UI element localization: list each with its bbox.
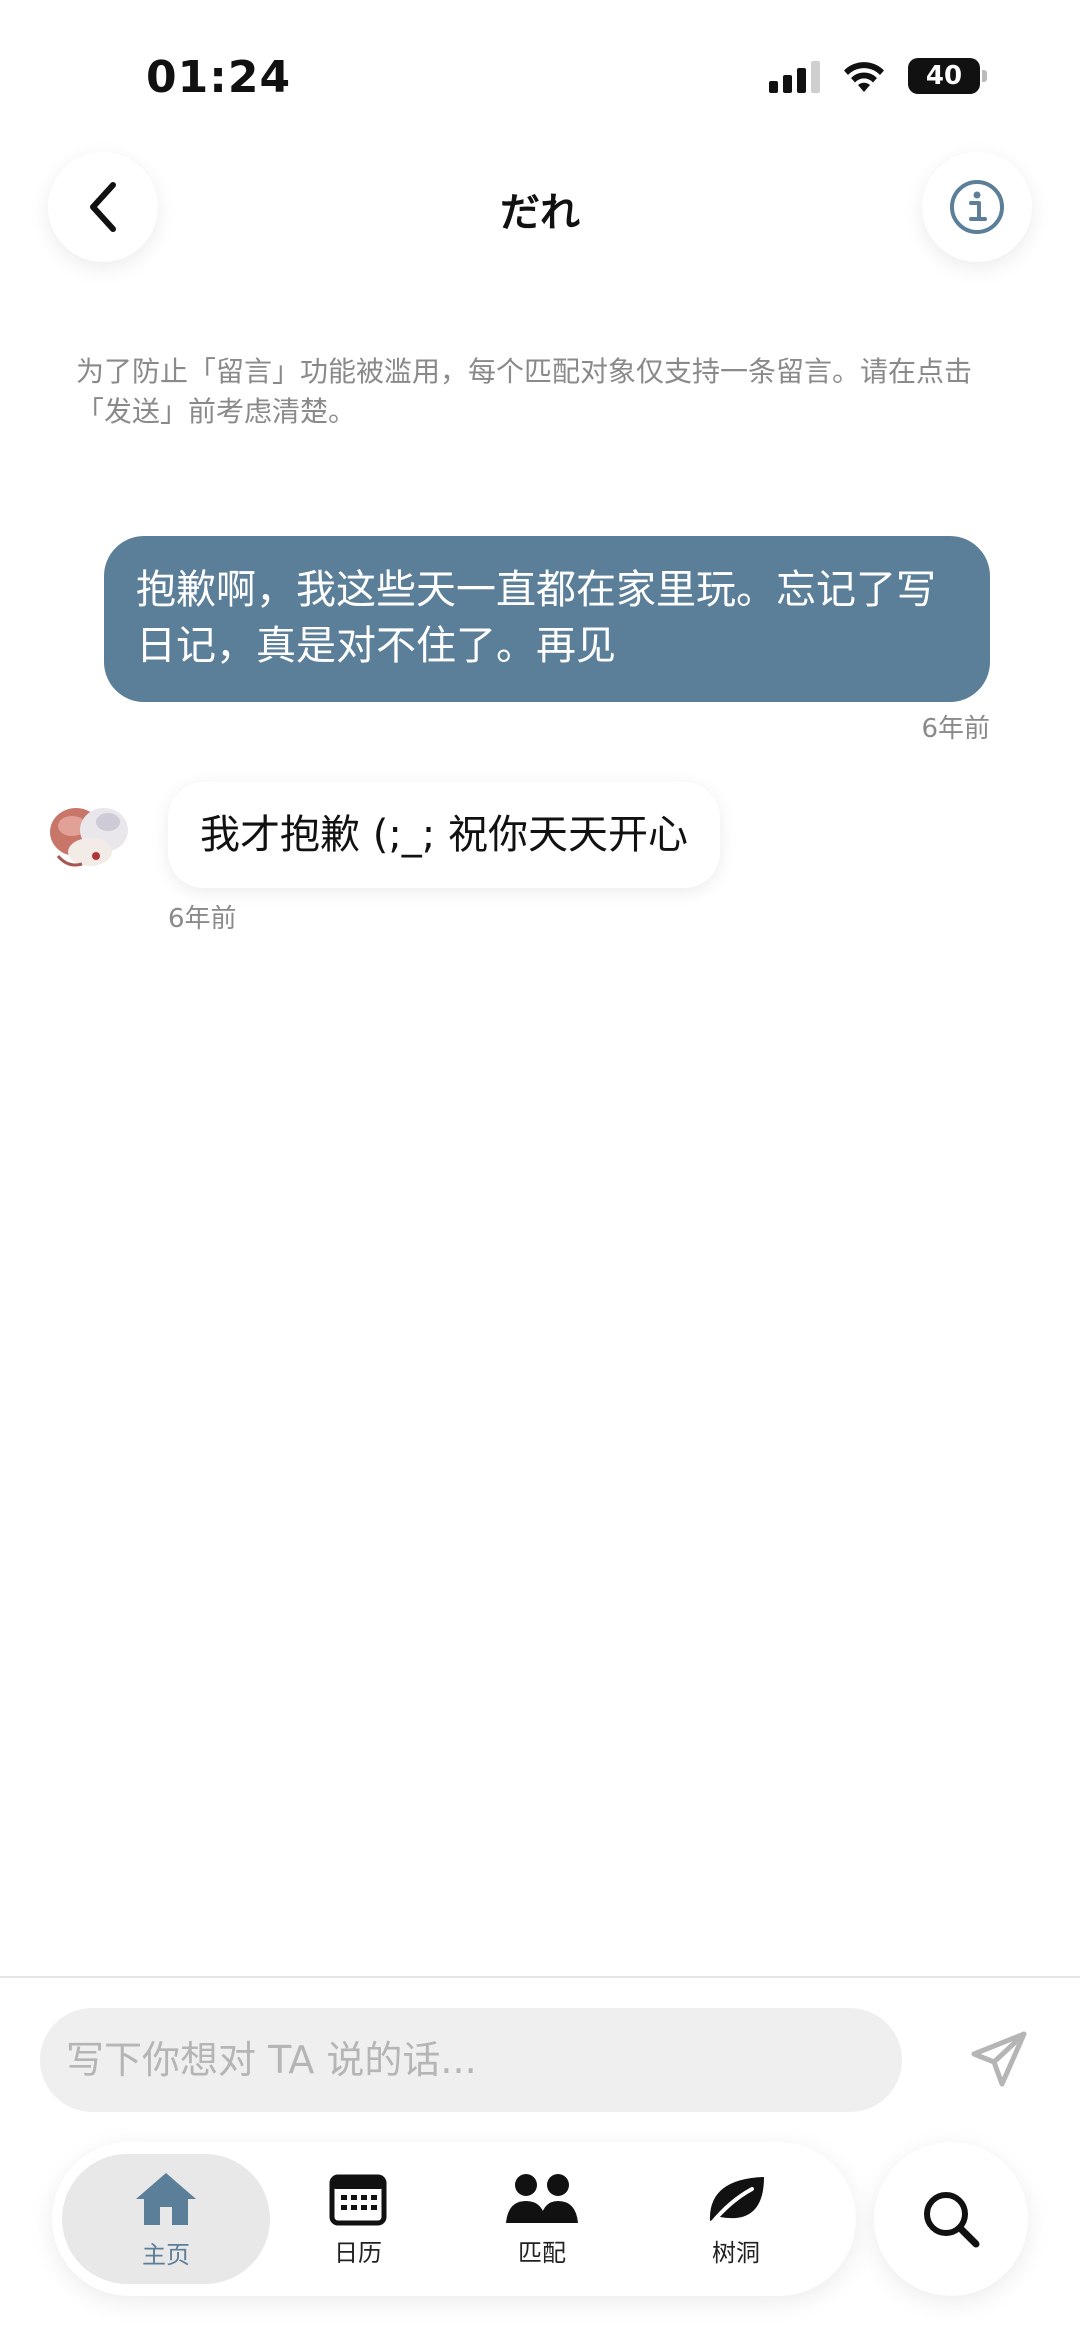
leaf-icon [709,2176,764,2225]
incoming-message-bubble[interactable]: 我才抱歉 (;_; 祝你天天开心 [168,782,720,888]
people-icon [506,2173,578,2223]
tab-bar: 主页 日历 匹配 树洞 [52,2142,856,2296]
tab-calendar[interactable]: 日历 [278,2154,438,2284]
info-icon [950,180,1004,234]
info-button[interactable] [922,152,1032,262]
tab-home[interactable]: 主页 [62,2154,270,2284]
message-input[interactable] [66,2038,876,2082]
battery-icon: 40 [908,58,987,94]
home-icon [136,2172,196,2225]
battery-level: 40 [925,61,963,91]
send-button[interactable] [964,2024,1034,2094]
tab-home-label: 主页 [142,2240,190,2269]
composer-divider [0,1976,1080,1978]
calendar-icon [329,2174,387,2225]
tab-calendar-label: 日历 [334,2238,382,2267]
cellular-signal-icon [769,59,820,93]
status-time: 01:24 [146,52,292,103]
search-icon [924,2192,980,2248]
avatar-illustration [38,786,138,886]
avatar[interactable] [38,786,138,886]
outgoing-message-bubble[interactable]: 抱歉啊，我这些天一直都在家里玩。忘记了写日记，真是对不住了。再见 [104,536,990,702]
status-icons: 40 [769,58,987,94]
tab-match[interactable]: 匹配 [452,2154,632,2284]
send-icon [971,2031,1027,2087]
tab-match-label: 匹配 [518,2238,566,2267]
tab-treehole[interactable]: 树洞 [646,2154,826,2284]
page-title: だれ [500,190,580,236]
wifi-icon [844,62,884,92]
outgoing-message-time: 6年前 [921,714,990,744]
message-limit-notice: 为了防止「留言」功能被滥用，每个匹配对象仅支持一条留言。请在点击「发送」前考虑清… [76,355,973,428]
message-input-container[interactable] [40,2008,902,2112]
incoming-message-time: 6年前 [168,904,237,934]
chat-screen: 01:24 40 だれ 为了防止「留言」功能被滥用，每个匹配对象仅支持一条留言。… [0,0,1080,2347]
search-button[interactable] [874,2142,1028,2296]
tab-treehole-label: 树洞 [712,2238,760,2267]
